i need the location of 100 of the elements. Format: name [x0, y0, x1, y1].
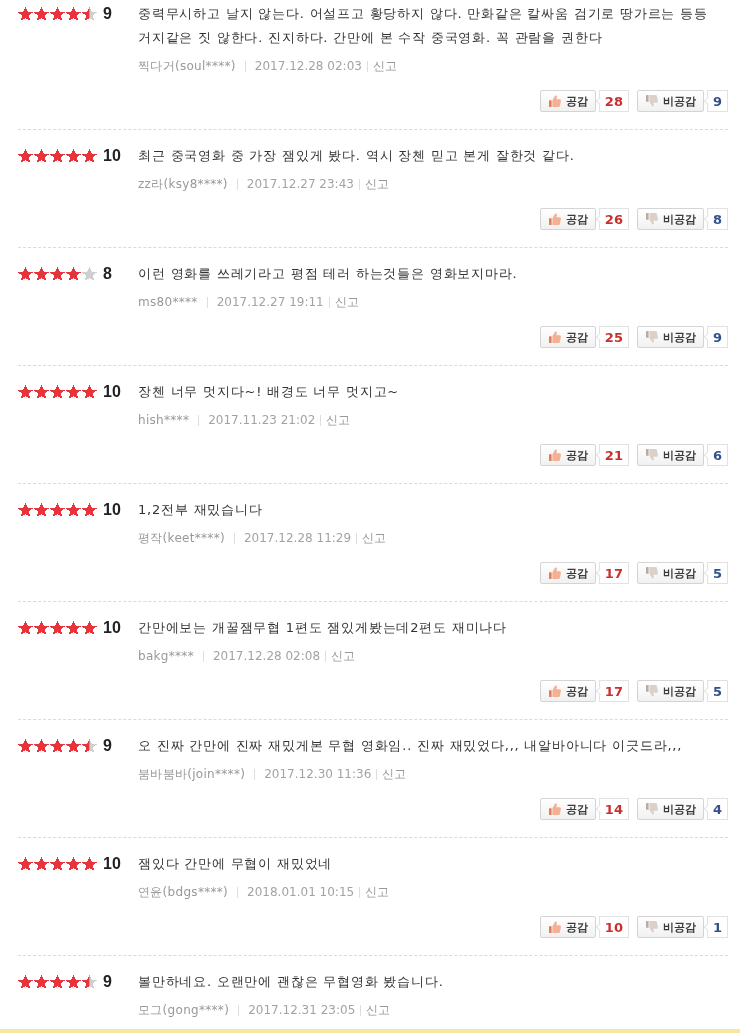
- thumbs-up-icon: [548, 95, 561, 107]
- rating-score: 10: [103, 147, 121, 165]
- author-name: zz라(ksy8****): [138, 175, 228, 193]
- star-icon: [34, 149, 49, 163]
- author-name: ms80****: [138, 295, 198, 309]
- star-icon: [82, 385, 97, 399]
- review-date: 2017.12.28 11:29: [243, 531, 352, 545]
- dislike-count: 5: [703, 680, 728, 702]
- review-date: 2017.12.27 23:43: [246, 177, 354, 191]
- thumbs-down-icon: [645, 803, 658, 815]
- like-button[interactable]: 공감: [539, 90, 596, 112]
- star-icon: [50, 975, 65, 989]
- star-icon: [18, 739, 33, 753]
- star-icon: [50, 857, 65, 871]
- star-icon: [66, 385, 81, 399]
- like-count: 28: [595, 90, 629, 112]
- star-icon: [50, 621, 65, 635]
- thumbs-down-icon: [645, 213, 658, 225]
- star-icon: [66, 7, 81, 21]
- thumbs-up-icon: [548, 685, 561, 697]
- review-date: 2017.12.31 23:05: [248, 1003, 356, 1017]
- like-count: 25: [595, 326, 629, 348]
- review-text: 1,2전부 재밌습니다: [138, 501, 264, 519]
- star-icon: [18, 975, 33, 989]
- like-count: 21: [595, 444, 629, 466]
- dislike-button[interactable]: 비공감: [636, 90, 704, 112]
- rating-score: 8: [103, 265, 112, 283]
- rating-score: 9: [103, 737, 112, 755]
- review-text: 볼만하네요. 오랜만에 괜찮은 무협영화 봤습니다.: [138, 973, 445, 991]
- thumbs-down-icon: [645, 331, 658, 343]
- like-count: 10: [595, 916, 629, 938]
- rating-score: 9: [103, 5, 112, 23]
- dislike-button[interactable]: 비공감: [636, 444, 704, 466]
- star-icon: [66, 621, 81, 635]
- star-icon: [18, 149, 33, 163]
- like-count: 14: [595, 798, 629, 820]
- star-icon: [66, 503, 81, 517]
- dislike-button[interactable]: 비공감: [636, 680, 704, 702]
- dislike-count: 6: [703, 444, 728, 466]
- dislike-button[interactable]: 비공감: [636, 326, 704, 348]
- like-button[interactable]: 공감: [539, 208, 596, 230]
- rating-score: 10: [103, 383, 121, 401]
- like-button[interactable]: 공감: [539, 798, 596, 820]
- star-icon: [82, 503, 97, 517]
- star-icon: [50, 149, 65, 163]
- dislike-count: 4: [703, 798, 728, 820]
- author-name: 평작(keet****): [138, 529, 225, 547]
- review-date: 2018.01.01 10:15: [247, 885, 355, 899]
- rating-score: 9: [103, 973, 112, 991]
- thumbs-up-icon: [548, 331, 561, 343]
- author-name: 붐바붐바(join****): [138, 765, 246, 783]
- dislike-count: 9: [703, 326, 728, 348]
- dislike-button[interactable]: 비공감: [636, 798, 704, 820]
- star-icon: [50, 267, 65, 281]
- review-text: 오 진짜 간만에 진짜 재밌게본 무협 영화임.. 진짜 재밌었다,,, 내알바아니다 이긋드라,,,: [138, 737, 684, 755]
- like-count: 17: [595, 680, 629, 702]
- star-icon: [50, 503, 65, 517]
- thumbs-up-icon: [548, 921, 561, 933]
- review-text: 이런 영화를 쓰레기라고 평점 테러 하는것들은 영화보지마라.: [138, 265, 519, 283]
- star-icon: [50, 739, 65, 753]
- dislike-count: 9: [703, 90, 728, 112]
- thumbs-up-icon: [548, 803, 561, 815]
- star-icon: [34, 621, 49, 635]
- star-icon: [82, 621, 97, 635]
- star-icon: [66, 739, 81, 753]
- dislike-button[interactable]: 비공감: [636, 208, 704, 230]
- like-button[interactable]: 공감: [539, 562, 596, 584]
- like-count: 17: [595, 562, 629, 584]
- thumbs-up-icon: [548, 567, 561, 579]
- dislike-count: 8: [703, 208, 728, 230]
- star-icon: [34, 7, 49, 21]
- star-icon: [18, 857, 33, 871]
- star-icon: [82, 739, 97, 753]
- star-icon: [82, 7, 97, 21]
- star-icon: [66, 149, 81, 163]
- star-icon: [18, 621, 33, 635]
- star-icon: [34, 739, 49, 753]
- thumbs-down-icon: [645, 95, 658, 107]
- star-icon: [34, 267, 49, 281]
- like-button[interactable]: 공감: [539, 444, 596, 466]
- review-date: 2017.12.30 11:36: [264, 767, 372, 781]
- star-icon: [50, 385, 65, 399]
- dislike-button[interactable]: 비공감: [636, 562, 704, 584]
- like-button[interactable]: 공감: [539, 916, 596, 938]
- star-icon: [34, 975, 49, 989]
- star-icon: [66, 267, 81, 281]
- dislike-count: 5: [703, 562, 728, 584]
- star-icon: [66, 975, 81, 989]
- star-icon: [18, 267, 33, 281]
- dislike-count: 1: [703, 916, 728, 938]
- star-icon: [34, 503, 49, 517]
- author-name: hish****: [138, 413, 190, 427]
- author-name: bakg****: [138, 649, 194, 663]
- rating-score: 10: [103, 501, 121, 519]
- review-date: 2017.12.28 02:08: [212, 649, 321, 663]
- dislike-button[interactable]: 비공감: [636, 916, 704, 938]
- like-button[interactable]: 공감: [539, 326, 596, 348]
- like-count: 26: [595, 208, 629, 230]
- thumbs-up-icon: [548, 213, 561, 225]
- like-button[interactable]: 공감: [539, 680, 596, 702]
